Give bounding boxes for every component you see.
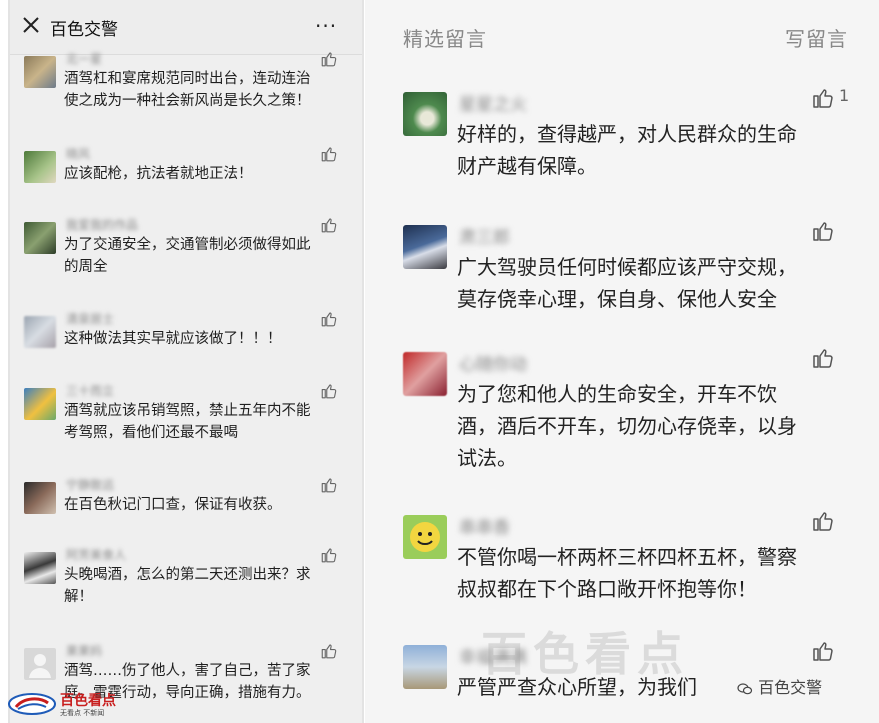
commenter-name: 我爱我的作品 <box>66 218 139 232</box>
thumbs-up-icon[interactable] <box>320 546 338 564</box>
wechat-icon <box>737 682 753 694</box>
thumbs-up-icon[interactable] <box>811 509 835 533</box>
avatar <box>403 92 447 136</box>
right-featured-comments-panel: 精选留言 写留言 星星之火 好样的，查得越严，对人民群众的生命 财产越有保障。 … <box>365 0 879 723</box>
comment-text: 这种做法其实早就应该做了！！！ <box>64 331 282 347</box>
thumbs-up-icon[interactable] <box>320 216 338 234</box>
commenter-name: 三十而立 <box>66 384 115 398</box>
comment-text: 酒驾就应该吊销驾照，禁止五年内不能 考驾照，看他们还最不最喝 <box>64 403 311 441</box>
like-count: 1 <box>839 86 850 105</box>
commenter-name: 北一星 <box>66 52 103 66</box>
avatar <box>403 225 447 269</box>
comment-text: 为了您和他人的生命安全，开车不饮 酒，酒后不开车，切勿心存侥幸，以身 试法。 <box>457 382 797 470</box>
site-logo: 百色看点 无看点 不新闻 <box>8 690 128 720</box>
commenter-name: 晓风 <box>66 147 91 161</box>
page-title: 百色交警 <box>50 20 118 40</box>
avatar <box>24 316 56 348</box>
logo-badge-icon <box>8 693 56 715</box>
comment-text: 应该配枪，抗法者就地正法！ <box>64 166 253 182</box>
thumbs-up-icon[interactable] <box>811 346 835 370</box>
commenter-name: 串串香 <box>459 518 510 538</box>
avatar <box>24 388 56 420</box>
close-icon[interactable] <box>20 14 42 36</box>
comment-text: 在百色秋记门口查，保证有收获。 <box>64 497 282 513</box>
commenter-name: 清泉居士 <box>66 312 115 326</box>
corner-watermark: 百色交警 <box>737 674 822 698</box>
thumbs-up-icon[interactable] <box>320 642 338 660</box>
thumbs-up-icon[interactable] <box>320 382 338 400</box>
thumbs-up-icon[interactable] <box>320 145 338 163</box>
thumbs-up-icon[interactable] <box>811 639 835 663</box>
avatar <box>24 151 56 183</box>
more-menu-button[interactable]: ··· <box>315 14 337 38</box>
avatar <box>403 645 447 689</box>
thumbs-up-icon[interactable] <box>320 50 338 68</box>
commenter-name: 心随你动 <box>459 355 527 375</box>
comment-text: 广大驾驶员任何时候都应该严守交规， 莫存侥幸心理，保自身、保他人安全 <box>457 255 797 311</box>
smiley-avatar-icon <box>410 522 440 552</box>
avatar <box>24 482 56 514</box>
avatar <box>24 648 56 680</box>
thumbs-up-icon[interactable] <box>320 310 338 328</box>
comment-text: 为了交通安全，交通管制必须做得如此 的周全 <box>64 237 311 275</box>
avatar <box>24 222 56 254</box>
commenter-name: 肃三郎 <box>459 228 510 248</box>
comment-text: 头晚喝酒，怎么的第二天还测出来？求 解！ <box>64 567 311 605</box>
avatar <box>403 515 447 559</box>
thumbs-up-icon[interactable] <box>320 476 338 494</box>
avatar <box>24 552 56 584</box>
logo-name: 百色看点 <box>60 693 116 709</box>
thumbs-up-icon[interactable] <box>811 86 835 110</box>
featured-comments-title: 精选留言 <box>403 27 487 51</box>
commenter-name: 宁静致远 <box>66 478 115 492</box>
left-article-panel: 百色交警 ··· 北一星 酒驾杠和宴席规范同时出台，连动连治 使之成为一种社会新… <box>8 0 364 723</box>
commenter-name: 星星之火 <box>459 95 527 115</box>
write-comment-button[interactable]: 写留言 <box>785 23 848 52</box>
logo-slogan: 无看点 不新闻 <box>60 709 105 717</box>
comment-text: 好样的，查得越严，对人民群众的生命 财产越有保障。 <box>457 122 797 178</box>
commenter-name: 阿芳美食人 <box>66 548 127 562</box>
thumbs-up-icon[interactable] <box>811 219 835 243</box>
comment-text: 酒驾杠和宴席规范同时出台，连动连治 使之成为一种社会新风尚是长久之策！ <box>64 71 311 109</box>
avatar <box>24 56 56 88</box>
commenter-name: 果果妈 <box>66 644 103 658</box>
avatar <box>403 352 447 396</box>
comment-text: 不管你喝一杯两杯三杯四杯五杯，警察 叔叔都在下个路口敞开怀抱等你！ <box>457 545 797 601</box>
top-bar: 百色交警 ··· <box>10 0 362 55</box>
corner-watermark-text: 百色交警 <box>758 678 823 697</box>
watermark-text: 百色看点 <box>481 627 689 681</box>
default-avatar-icon <box>29 654 51 678</box>
